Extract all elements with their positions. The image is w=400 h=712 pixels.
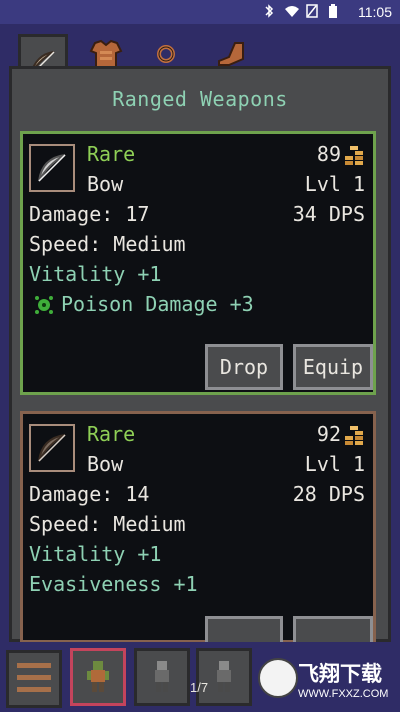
inventory-panel: Ranged Weapons Rare Bow 89 Lvl 1 Damage:… [9, 66, 391, 644]
item-bonus-poison: Poison Damage +3 [61, 292, 254, 316]
character-slot-selected[interactable] [70, 648, 126, 706]
item-bonus-vitality: Vitality +1 [29, 542, 162, 566]
item-price: 92 [316, 422, 341, 446]
watermark: 飞翔下载 WWW.FXXZ.COM [258, 648, 394, 706]
bow-icon [38, 434, 66, 462]
drop-button[interactable]: Drop [205, 344, 283, 390]
item-dps: 28 DPS [292, 482, 365, 506]
no-sim-icon [306, 4, 320, 18]
item-bonus-evasiveness: Evasiveness +1 [29, 572, 198, 596]
equip-button[interactable]: Equip [293, 344, 373, 390]
gold-icon [345, 146, 363, 165]
equip-button[interactable] [293, 616, 373, 644]
category-tabs [0, 24, 400, 92]
item-rarity: Rare [87, 422, 136, 446]
character-icon [217, 661, 231, 692]
drop-button[interactable] [205, 616, 283, 644]
watermark-title: 飞翔下载 [298, 663, 382, 686]
item-card[interactable]: Rare Bow 89 Lvl 1 Damage: 17 34 DPS Spee… [20, 131, 376, 395]
item-speed: Speed: Medium [29, 512, 186, 536]
item-rarity: Rare [87, 142, 136, 166]
item-bonus-vitality: Vitality +1 [29, 262, 162, 286]
wifi-icon [284, 4, 299, 18]
bow-icon [38, 154, 66, 182]
item-level: Lvl 1 [304, 172, 365, 196]
boot-icon [218, 42, 244, 66]
item-damage: Damage: 14 [29, 482, 150, 506]
status-time: 11:05 [358, 4, 392, 20]
page-title: Ranged Weapons [112, 87, 288, 111]
page-indicator: 1/7 [190, 680, 209, 695]
gold-icon [345, 426, 363, 445]
ring-icon [157, 45, 175, 63]
poison-icon [35, 296, 53, 314]
battery-icon [328, 4, 342, 18]
chest-armor-icon [89, 39, 123, 68]
item-level: Lvl 1 [304, 452, 365, 476]
character-slot[interactable] [196, 648, 252, 706]
item-dps: 34 DPS [292, 202, 365, 226]
character-slot[interactable] [134, 648, 190, 706]
watermark-url: WWW.FXXZ.COM [298, 688, 389, 700]
item-speed: Speed: Medium [29, 232, 186, 256]
item-type: Bow [87, 452, 124, 476]
character-icon [155, 661, 169, 692]
bottom-bar: 1/7 飞翔下载 WWW.FXXZ.COM [0, 642, 400, 712]
item-price: 89 [316, 142, 341, 166]
item-damage: Damage: 17 [29, 202, 150, 226]
item-type: Bow [87, 172, 124, 196]
item-thumbnail [29, 424, 75, 472]
item-thumbnail [29, 144, 75, 192]
status-bar: 11:05 [0, 0, 400, 24]
character-icon [87, 661, 109, 692]
bluetooth-icon [262, 4, 276, 18]
menu-button[interactable] [6, 650, 62, 708]
item-card[interactable]: Rare Bow 92 Lvl 1 Damage: 14 28 DPS Spee… [20, 411, 376, 644]
watermark-logo-icon [258, 658, 298, 698]
